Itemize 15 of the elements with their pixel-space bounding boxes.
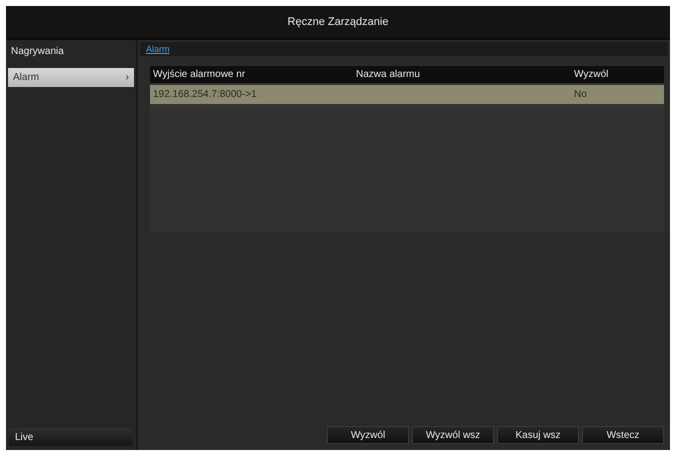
- section-title[interactable]: Alarm: [146, 44, 170, 54]
- sidebar-heading: Nagrywania: [10, 45, 65, 59]
- window-title: Ręczne Zarządzanie: [288, 16, 388, 28]
- column-header: Wyjście alarmowe nr: [152, 69, 246, 80]
- table-row[interactable]: 192.168.254.7:8000->1 No: [150, 85, 664, 104]
- action-button[interactable]: Kasuj wsz: [497, 426, 579, 444]
- action-button[interactable]: Wyzwól: [327, 426, 409, 444]
- column-header: Nazwa alarmu: [355, 69, 421, 80]
- action-button[interactable]: Wstecz: [582, 426, 664, 444]
- table-cell: 192.168.254.7:8000->1: [153, 89, 257, 100]
- sidebar-item[interactable]: Alarm ›: [8, 68, 134, 87]
- column-header: Wyzwól: [573, 69, 610, 80]
- live-button[interactable]: Live: [9, 428, 133, 446]
- action-button[interactable]: Wyzwól wsz: [412, 426, 494, 444]
- table-cell: No: [574, 89, 587, 100]
